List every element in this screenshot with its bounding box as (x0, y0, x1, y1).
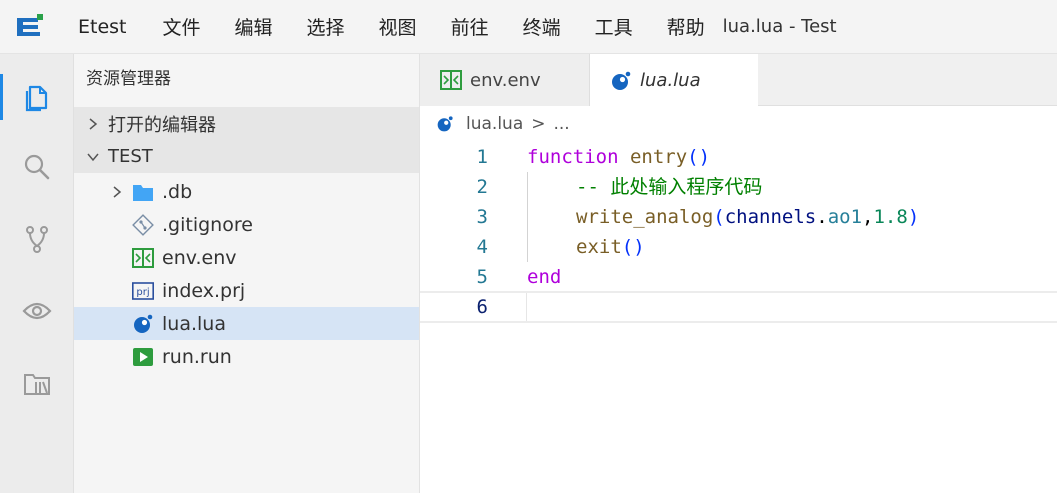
menu-go[interactable]: 前往 (451, 13, 489, 40)
tab-label: env.env (470, 69, 541, 91)
menu-help[interactable]: 帮助 (667, 13, 705, 40)
code-text: -- 此处输入程序代码 (576, 172, 762, 202)
folder-icon (132, 181, 154, 203)
dot-token: . (816, 206, 828, 228)
comma-token: , (862, 206, 874, 228)
chevron-right-icon (86, 117, 100, 131)
function-token: write_analog (576, 206, 714, 228)
tree-item-label: .db (162, 180, 193, 203)
tab-label: lua.lua (640, 70, 701, 91)
app-name: Etest (78, 15, 127, 38)
code-editor[interactable]: 1 function entry() 2 -- 此处输入程序代码 3 write… (420, 142, 1057, 493)
title-bar: Etest 文件 编辑 选择 视图 前往 终端 工具 帮助 lua.lua - … (0, 0, 1057, 54)
explorer-icon (25, 85, 48, 112)
menu-edit[interactable]: 编辑 (235, 13, 273, 40)
tree-item-lua[interactable]: lua.lua (74, 307, 419, 340)
tree-item-env[interactable]: env.env (74, 241, 419, 274)
open-editors-section[interactable]: 打开的编辑器 (74, 107, 419, 140)
variable-token: channels (724, 206, 817, 228)
code-line[interactable]: 2 -- 此处输入程序代码 (420, 172, 1057, 202)
code-text: function entry() (527, 142, 710, 172)
code-line-current[interactable]: 6 (420, 291, 1057, 323)
prj-file-icon: prj (132, 280, 154, 302)
window-title: lua.lua - Test (722, 16, 837, 37)
etest-logo-icon (17, 13, 43, 40)
open-editors-label: 打开的编辑器 (108, 114, 216, 136)
paren-token: ( (713, 206, 725, 228)
env-file-icon (132, 247, 154, 269)
env-file-icon (440, 69, 462, 91)
tree-item-gitignore[interactable]: .gitignore (74, 208, 419, 241)
search-icon (24, 154, 50, 180)
svg-text:prj: prj (136, 287, 149, 298)
activity-explorer-button[interactable] (0, 66, 74, 128)
source-control-icon (26, 226, 48, 253)
code-line[interactable]: 3 write_analog(channels.ao1,1.8) (420, 202, 1057, 232)
menu-tools[interactable]: 工具 (595, 13, 633, 40)
tree-item-run[interactable]: run.run (74, 340, 419, 373)
line-number: 2 (476, 176, 488, 198)
code-text: write_analog(channels.ao1,1.8) (576, 202, 919, 232)
chevron-right-icon (110, 185, 124, 199)
chevron-down-icon (86, 150, 100, 164)
menu-selection[interactable]: 选择 (307, 13, 345, 40)
library-icon (24, 374, 50, 395)
breadcrumb: lua.lua > ... (420, 106, 1057, 142)
editor-area: env.env lua.lua lua.lua > ... 1 function… (420, 54, 1057, 493)
paren-token: ) (907, 206, 920, 228)
line-number: 4 (476, 236, 488, 258)
code-text: end (527, 262, 561, 292)
project-section[interactable]: TEST (74, 140, 419, 173)
project-label: TEST (108, 146, 153, 167)
tab-bar: env.env lua.lua (420, 54, 1057, 107)
tree-item-prj[interactable]: prj index.prj (74, 274, 419, 307)
activity-search-button[interactable] (0, 136, 74, 198)
breadcrumb-file[interactable]: lua.lua (466, 114, 523, 134)
eye-icon (22, 302, 52, 320)
tab-lua[interactable]: lua.lua (590, 54, 758, 107)
menu-file[interactable]: 文件 (163, 13, 201, 40)
line-number: 3 (476, 206, 488, 228)
activity-library-button[interactable] (0, 352, 74, 414)
breadcrumb-separator: > (531, 114, 546, 134)
paren-token: () (621, 236, 645, 258)
line-number: 6 (476, 296, 488, 318)
tab-env[interactable]: env.env (420, 54, 590, 106)
number-token: 1.8 (873, 206, 908, 228)
function-token: entry (629, 146, 688, 168)
menu-terminal[interactable]: 终端 (523, 13, 561, 40)
line-number: 5 (476, 266, 488, 288)
line-divider (526, 293, 527, 321)
tree-item-label: run.run (162, 345, 232, 368)
tree-item-label: index.prj (162, 279, 246, 302)
comment-token: -- 此处输入程序代码 (576, 176, 763, 198)
lua-file-icon (610, 70, 632, 92)
code-line[interactable]: 1 function entry() (420, 142, 1057, 172)
code-text: exit() (576, 232, 645, 262)
lua-file-icon (132, 313, 154, 335)
activity-bar (0, 54, 74, 493)
activity-watch-button[interactable] (0, 280, 74, 342)
code-line[interactable]: 4 exit() (420, 232, 1057, 262)
code-line[interactable]: 5 end (420, 262, 1057, 292)
tree-item-db[interactable]: .db (74, 175, 419, 208)
run-file-icon (132, 346, 154, 368)
function-token: exit (576, 236, 622, 258)
git-icon (132, 213, 154, 236)
explorer-sidebar: 资源管理器 打开的编辑器 TEST .db .gitignore env.env… (74, 54, 420, 493)
property-token: ao1 (827, 206, 863, 228)
tree-item-label: lua.lua (162, 312, 226, 335)
sidebar-title: 资源管理器 (86, 69, 171, 89)
breadcrumb-more[interactable]: ... (553, 114, 569, 134)
tree-item-label: env.env (162, 246, 237, 269)
line-number: 1 (476, 146, 488, 168)
tree-item-label: .gitignore (162, 213, 253, 236)
menu-view[interactable]: 视图 (379, 13, 417, 40)
paren-token: () (687, 146, 711, 168)
activity-source-control-button[interactable] (0, 208, 74, 270)
keyword-token: end (527, 266, 562, 288)
keyword-token: function (527, 146, 619, 168)
lua-file-icon (436, 115, 454, 133)
